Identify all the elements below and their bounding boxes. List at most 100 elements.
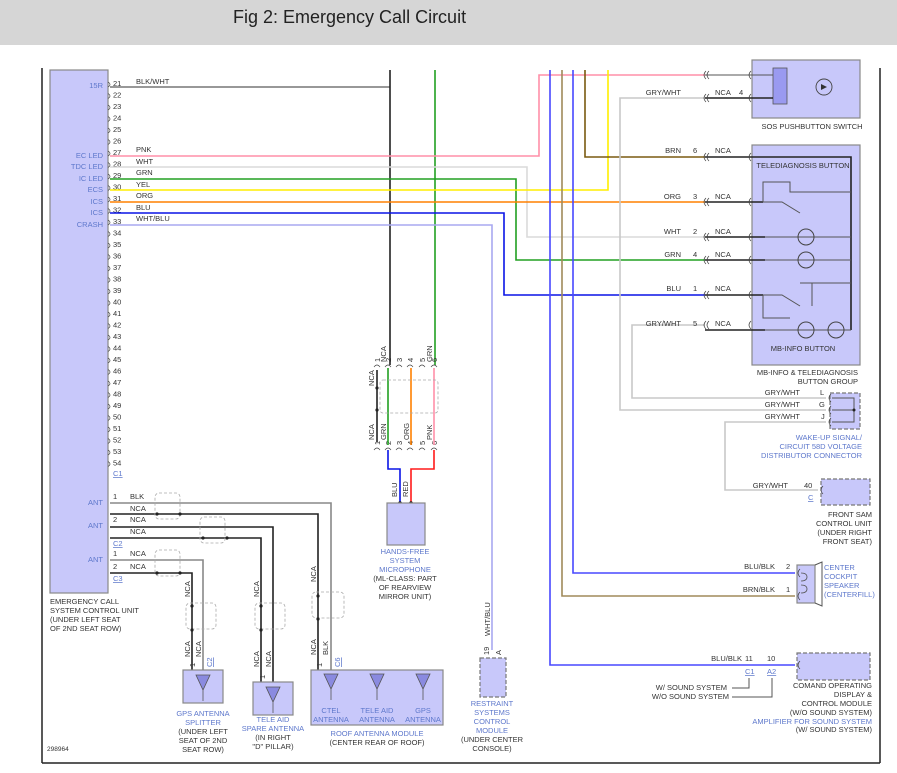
label: CONTROL UNIT <box>816 519 872 528</box>
terminal-icon <box>430 447 438 451</box>
pin-number: 46 <box>113 367 121 376</box>
wire-label: ORG <box>136 191 153 200</box>
label: "D" PILLAR) <box>252 742 294 751</box>
label: NCA <box>715 319 731 328</box>
label: 1 <box>693 284 697 293</box>
label: DISTRIBUTOR CONNECTOR <box>761 451 863 460</box>
pin-number: 49 <box>113 401 121 410</box>
label: 6 <box>693 146 697 155</box>
terminal-icon <box>406 447 414 451</box>
pin-number: 26 <box>113 137 121 146</box>
label: MICROPHONE <box>379 565 431 574</box>
label: NCA <box>715 227 731 236</box>
wire-label: WHT <box>136 157 153 166</box>
label: FRONT SEAT) <box>823 537 873 546</box>
pin-number: 53 <box>113 447 121 456</box>
pin-number: 5 <box>418 358 427 362</box>
pin-label: ECS <box>88 185 103 194</box>
label: GRY/WHT <box>646 88 682 97</box>
label: CONTROL <box>474 717 511 726</box>
label: 2 <box>693 227 697 236</box>
pin-number: 48 <box>113 390 121 399</box>
label: 40 <box>804 481 812 490</box>
label: BLU <box>390 482 399 497</box>
terminal-icon <box>430 364 438 368</box>
label: WAKE-UP SIGNAL/ <box>796 433 863 442</box>
pin-number: 1 <box>113 492 117 501</box>
label: W/ SOUND SYSTEM <box>656 683 727 692</box>
pin-number: 5 <box>418 441 427 445</box>
terminal-icon <box>373 447 381 451</box>
pin-number: 1 <box>373 358 382 362</box>
label: CONSOLE) <box>472 744 512 753</box>
wire-label: NCA <box>183 581 192 597</box>
label: G <box>819 400 825 409</box>
component-name: SYSTEM CONTROL UNIT <box>50 606 139 615</box>
diagram-id: 298964 <box>47 746 69 753</box>
pin-number: 23 <box>113 102 121 111</box>
connector-label: C3 <box>113 574 123 583</box>
pin-number: 50 <box>113 413 121 422</box>
pin-label: 15R <box>89 81 103 90</box>
label: 19 <box>482 647 491 655</box>
label: CENTER <box>824 563 855 572</box>
wire-label: BLK <box>130 492 144 501</box>
label: (UNDER LEFT <box>178 727 228 736</box>
label: GRY/WHT <box>765 412 801 421</box>
label: 4 <box>693 250 697 259</box>
mb-info-telediagnosis-button-group: TELEDIAGNOSIS BUTTON MB-INFO BUTTON BRN … <box>646 144 861 386</box>
label: WHT <box>664 227 681 236</box>
label: GRY/WHT <box>646 319 682 328</box>
label: BRN/BLK <box>743 585 775 594</box>
label: NCA <box>715 146 731 155</box>
wire-label: NCA <box>130 515 146 524</box>
wire-label: BLU <box>136 203 151 212</box>
label: 1 <box>786 585 790 594</box>
terminal-icon <box>384 447 392 451</box>
label: ROOF ANTENNA MODULE <box>331 729 424 738</box>
pin-number: 22 <box>113 91 121 100</box>
hands-free-microphone: NCA GRN 112233445566 NCA NCA GRN ORG PNK… <box>367 345 439 601</box>
wire-label: NCA <box>194 641 203 657</box>
wire-label: NCA <box>309 639 318 655</box>
pin-number: 3 <box>395 358 404 362</box>
label: SPEAKER <box>824 581 860 590</box>
label: OF REARVIEW <box>379 583 432 592</box>
label: PNK <box>425 425 434 440</box>
label: 4 <box>739 88 743 97</box>
label: ORG <box>664 192 681 201</box>
wire-label: BLK <box>321 641 330 655</box>
label: W/O SOUND SYSTEM <box>652 692 729 701</box>
label: 10 <box>767 654 775 663</box>
label: DISPLAY & <box>834 690 872 699</box>
wire-label: NCA <box>130 527 146 536</box>
label: 3 <box>693 192 697 201</box>
pin-number: 2 <box>113 515 117 524</box>
label: NCA <box>715 192 731 201</box>
label: BLU/BLK <box>711 654 742 663</box>
sos-pushbutton-switch: GRY/WHT NCA 4 SOS PUSHBUTTON SWITCH <box>646 59 863 131</box>
connector-label: C6 <box>333 657 342 667</box>
wire-label: NCA <box>183 641 192 657</box>
pin-number: 40 <box>113 298 121 307</box>
pin-number: 38 <box>113 275 121 284</box>
label: SPLITTER <box>185 718 221 727</box>
label: L <box>820 388 824 397</box>
pin-number: 1 <box>113 549 117 558</box>
wire-brn <box>584 70 705 158</box>
label: NCA <box>367 424 376 440</box>
pin-label: ICS <box>90 208 103 217</box>
wire-label: WHT/BLU <box>136 214 170 223</box>
wire-grn <box>110 178 705 261</box>
pin-number: 37 <box>113 263 121 272</box>
pin-number: 2 <box>384 358 393 362</box>
wires <box>110 70 826 666</box>
label: SEAT ROW) <box>182 745 224 754</box>
ant-label: ANT <box>88 498 103 507</box>
terminal-icon <box>384 364 392 368</box>
label: A <box>494 650 503 655</box>
pin-number: 47 <box>113 378 121 387</box>
label: J <box>821 412 825 421</box>
wire-yel <box>110 70 609 191</box>
label: SOS PUSHBUTTON SWITCH <box>761 122 862 131</box>
